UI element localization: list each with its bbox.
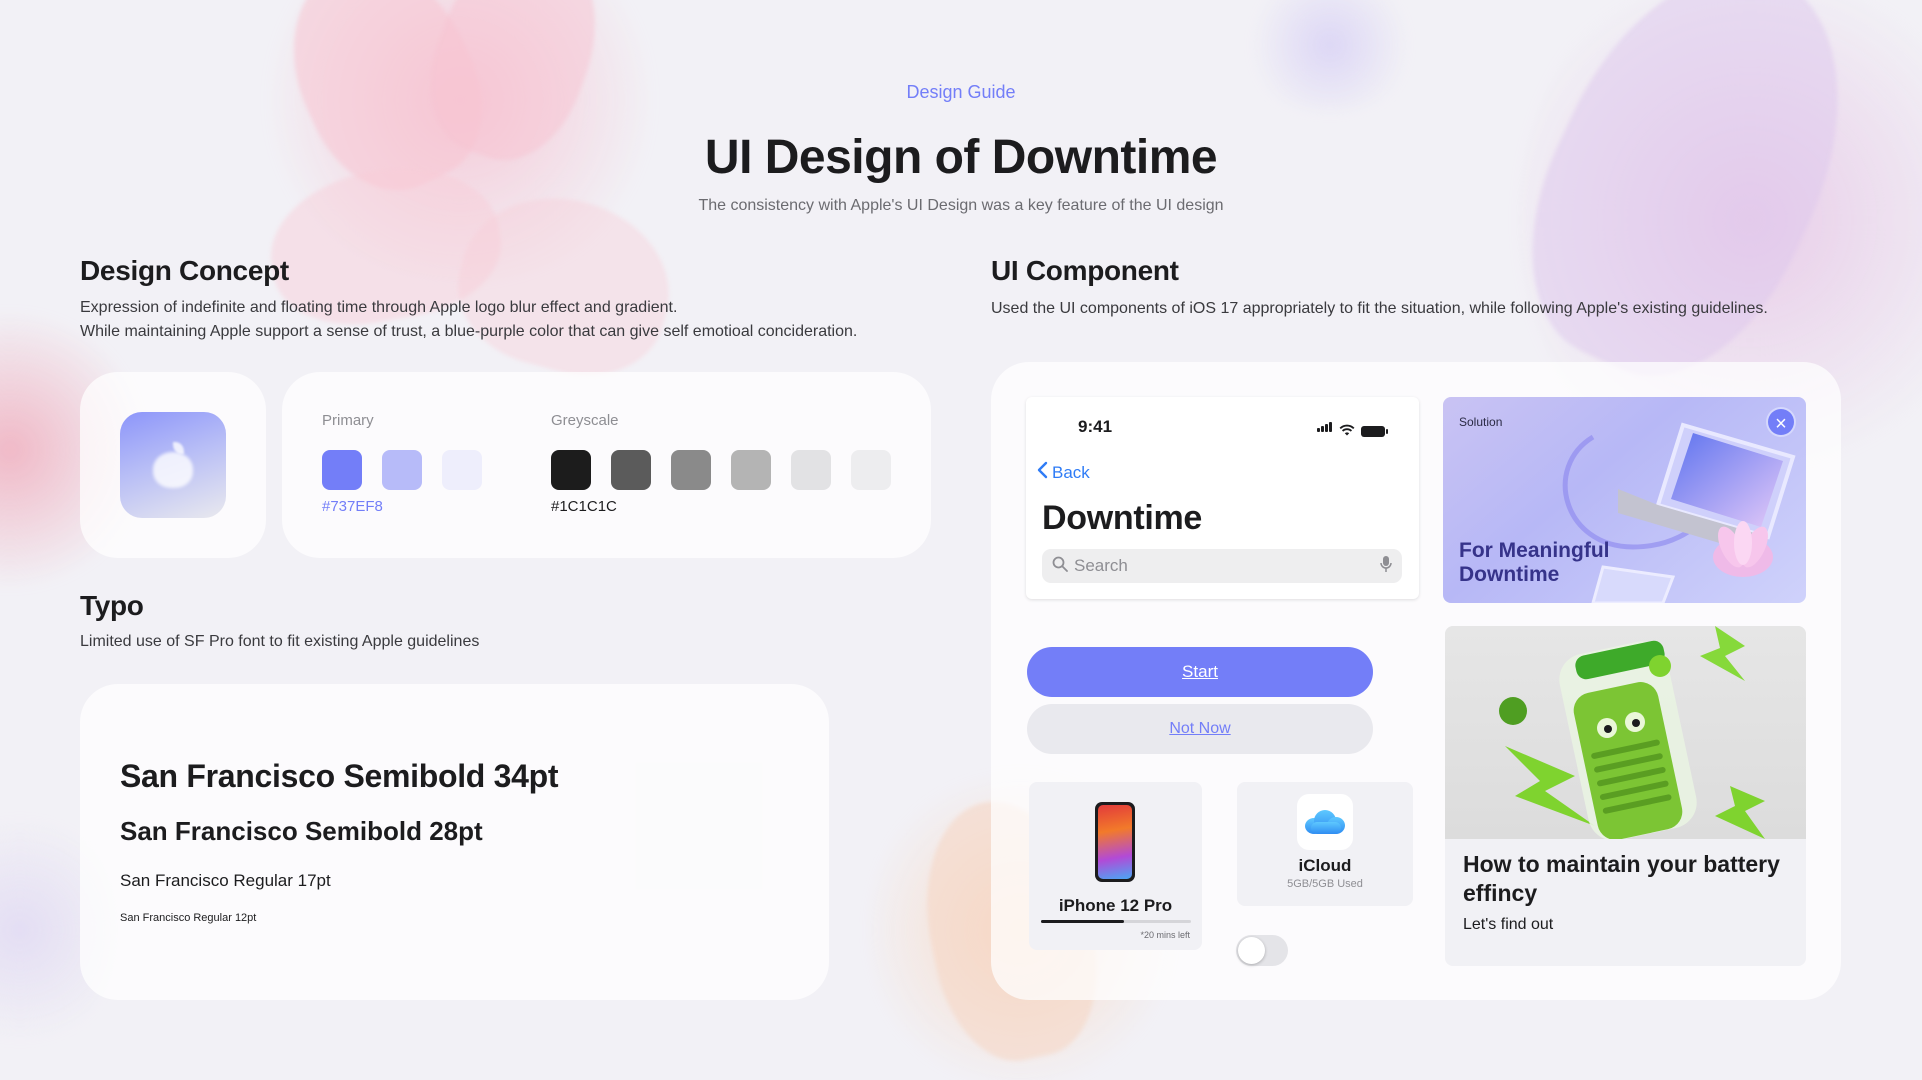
apple-logo-icon (153, 442, 193, 488)
icloud-icon (1297, 794, 1353, 850)
type-sample-34: San Francisco Semibold 34pt (120, 758, 559, 794)
icloud-usage: 5GB/5GB Used (1287, 878, 1363, 890)
eyebrow-label: Design Guide (906, 82, 1016, 102)
page-subtitle: The consistency with Apple's UI Design w… (698, 197, 1224, 214)
iphone-image-icon (1095, 802, 1135, 882)
ui-component-card: 9:41 Back Downtime Search Solution × For… (991, 362, 1841, 1000)
icloud-name: iCloud (1298, 856, 1352, 875)
type-sample-28: San Francisco Semibold 28pt (120, 816, 483, 846)
primary-swatch (382, 450, 422, 490)
status-time: 9:41 (1078, 417, 1113, 436)
design-concept-line-1: Expression of indefinite and floating ti… (80, 299, 678, 316)
primary-label: Primary (322, 412, 374, 429)
search-icon (1052, 556, 1068, 577)
logo-card (80, 372, 266, 558)
greyscale-swatch (851, 450, 891, 490)
primary-hex: #737EF8 (322, 498, 383, 515)
close-button[interactable]: × (1766, 407, 1796, 437)
battery-icon (1361, 426, 1388, 437)
back-button[interactable]: Back (1036, 461, 1090, 484)
wifi-icon (1339, 424, 1355, 437)
greyscale-swatch (731, 450, 771, 490)
design-concept-heading: Design Concept (80, 255, 289, 286)
hero-title: For Meaningful Downtime (1459, 539, 1610, 586)
solution-hero-card[interactable]: Solution × For Meaningful Downtime (1443, 397, 1806, 603)
icloud-tile[interactable]: iCloud 5GB/5GB Used (1237, 782, 1413, 906)
battery-illustration (1445, 626, 1806, 841)
ui-component-heading: UI Component (991, 255, 1179, 286)
design-concept-desc: Expression of indefinite and floating ti… (80, 296, 857, 344)
search-placeholder: Search (1074, 556, 1128, 575)
type-sample-12: San Francisco Regular 12pt (120, 912, 257, 924)
greyscale-swatch (611, 450, 651, 490)
page-title: UI Design of Downtime (704, 131, 1218, 184)
primary-swatch (442, 450, 482, 490)
not-now-button[interactable]: Not Now (1027, 704, 1373, 754)
greyscale-hex: #1C1C1C (551, 498, 617, 515)
search-field[interactable]: Search (1042, 549, 1402, 583)
device-name: iPhone 12 Pro (1058, 896, 1173, 915)
typo-desc: Limited use of SF Pro font to fit existi… (80, 633, 480, 650)
greyscale-swatch (551, 450, 591, 490)
greyscale-label: Greyscale (551, 412, 619, 429)
status-icons (1317, 419, 1388, 437)
nav-large-title: Downtime (1042, 499, 1203, 537)
primary-swatch (322, 450, 362, 490)
type-sample-17: San Francisco Regular 17pt (120, 871, 331, 890)
typo-heading: Typo (80, 590, 144, 621)
ui-component-desc: Used the UI components of iOS 17 appropr… (991, 300, 1768, 317)
greyscale-swatch (671, 450, 711, 490)
design-concept-line-2: While maintaining Apple support a sense … (80, 323, 858, 340)
article-subtitle: Let's find out (1463, 916, 1554, 933)
signal-icon (1317, 419, 1333, 437)
greyscale-swatch (791, 450, 831, 490)
app-icon (120, 412, 226, 518)
chevron-left-icon (1036, 461, 1048, 484)
device-progress-bar (1041, 920, 1191, 923)
phone-nav-preview: 9:41 Back Downtime Search (1026, 397, 1419, 599)
device-time-left: *20 mins left (1140, 930, 1190, 940)
article-title: How to maintain your battery effincy (1463, 851, 1780, 906)
toggle-switch[interactable] (1236, 935, 1288, 966)
device-tile[interactable]: iPhone 12 Pro *20 mins left (1029, 782, 1202, 950)
microphone-icon[interactable] (1380, 555, 1392, 578)
start-button[interactable]: Start (1027, 647, 1373, 697)
toggle-knob (1238, 937, 1265, 964)
hero-badge: Solution (1459, 415, 1503, 429)
typography-card: San Francisco Semibold 34pt San Francisc… (80, 684, 829, 1000)
close-icon: × (1775, 413, 1787, 435)
article-card[interactable]: How to maintain your battery effincy Let… (1445, 626, 1806, 966)
back-label: Back (1052, 462, 1090, 482)
palette-card: Primary #737EF8 Greyscale #1C1C1C (282, 372, 931, 558)
